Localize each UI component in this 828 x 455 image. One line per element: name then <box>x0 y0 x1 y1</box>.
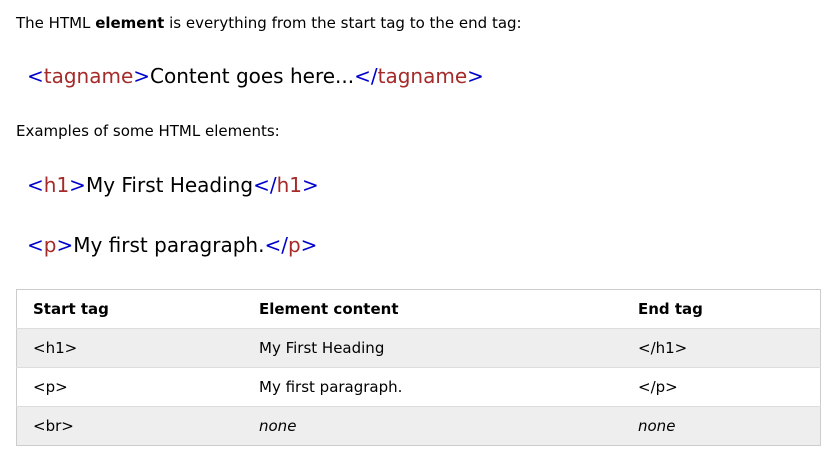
table-row: <p> My first paragraph. </p> <box>16 367 821 407</box>
header-start-tag: Start tag <box>16 289 243 329</box>
h1-open-lt: < <box>27 173 44 197</box>
table-header-row: Start tag Element content End tag <box>16 289 821 329</box>
h1-close-lt: </ <box>253 173 277 197</box>
h1-open-name: h1 <box>43 173 70 197</box>
p-open-name: p <box>43 233 57 257</box>
intro-after: is everything from the start tag to the … <box>164 14 522 32</box>
table-row: <h1> My First Heading </h1> <box>16 328 821 368</box>
syntax-open-name: tagname <box>43 64 134 88</box>
cell-end-tag: none <box>622 406 821 446</box>
intro-text: The HTML element is everything from the … <box>16 13 522 33</box>
example-p: <p>My first paragraph.</p> <box>27 232 317 258</box>
example-h1: <h1>My First Heading</h1> <box>27 172 319 198</box>
cell-end-tag: </h1> <box>622 328 821 368</box>
element-reference-table: Start tag Element content End tag <h1> M… <box>16 289 821 446</box>
header-end-tag: End tag <box>622 289 821 329</box>
table-row: <br> none none <box>16 406 821 446</box>
cell-element-content: My first paragraph. <box>243 367 622 407</box>
p-content: My first paragraph. <box>73 233 265 257</box>
syntax-example: <tagname>Content goes here...</tagname> <box>27 63 484 89</box>
cell-start-tag: <h1> <box>16 328 243 368</box>
cell-end-tag: </p> <box>622 367 821 407</box>
intro-bold-element: element <box>95 14 165 32</box>
p-close-name: p <box>287 233 301 257</box>
h1-open-gt: > <box>69 173 86 197</box>
header-element-content: Element content <box>243 289 622 329</box>
syntax-open-lt: < <box>27 64 44 88</box>
p-open-lt: < <box>27 233 44 257</box>
syntax-close-name: tagname <box>377 64 468 88</box>
h1-close-name: h1 <box>276 173 302 197</box>
p-close-gt: > <box>300 233 318 257</box>
h1-close-gt: > <box>301 173 319 197</box>
cell-start-tag: <p> <box>16 367 243 407</box>
cell-element-content: none <box>243 406 622 446</box>
p-close-lt: </ <box>264 233 288 257</box>
syntax-close-gt: > <box>467 64 484 88</box>
syntax-content: Content goes here... <box>150 64 355 88</box>
examples-label: Examples of some HTML elements: <box>16 122 280 140</box>
cell-start-tag: <br> <box>16 406 243 446</box>
h1-content: My First Heading <box>85 173 254 197</box>
intro-before: The HTML <box>16 14 96 32</box>
cell-element-content: My First Heading <box>243 328 622 368</box>
syntax-close-lt: </ <box>354 64 378 88</box>
p-open-gt: > <box>56 233 74 257</box>
syntax-open-gt: > <box>133 64 151 88</box>
